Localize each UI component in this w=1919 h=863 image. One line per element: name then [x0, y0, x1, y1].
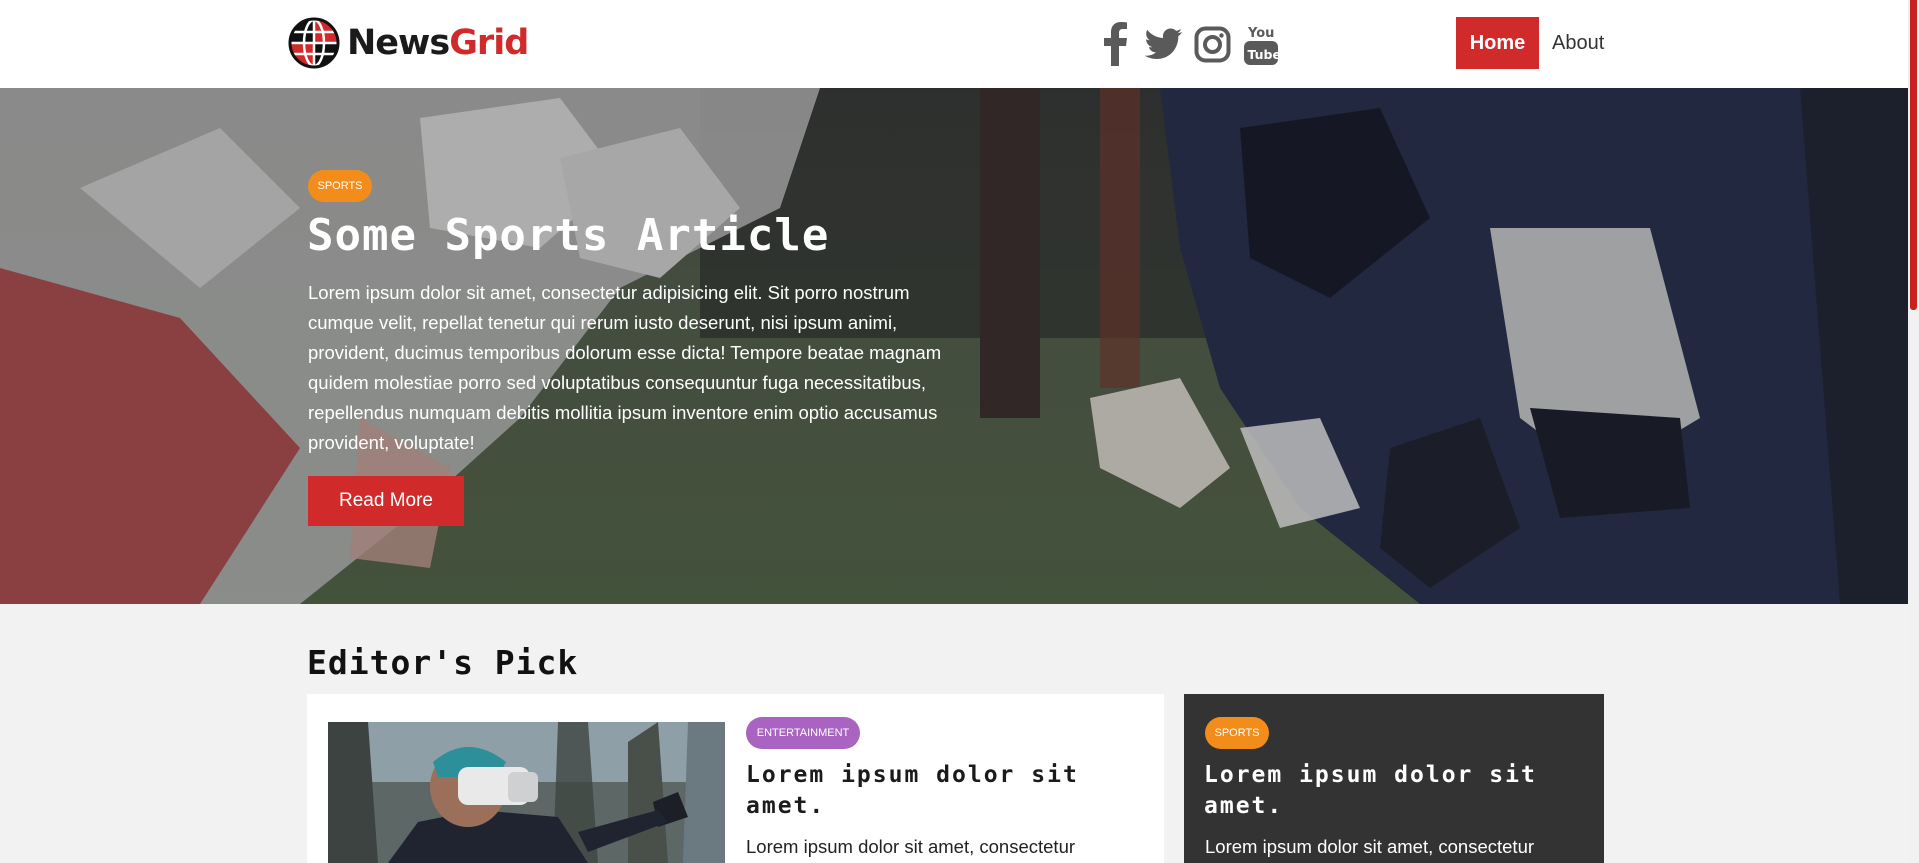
hero-banner	[0, 88, 1908, 604]
hero-overlay	[0, 88, 1908, 604]
instagram-icon[interactable]	[1194, 22, 1231, 66]
twitter-icon[interactable]	[1145, 22, 1183, 66]
side-article-card[interactable]: SPORTS Lorem ipsum dolor sit amet. Lorem…	[1184, 694, 1604, 863]
entertainment-category-badge[interactable]: ENTERTAINMENT	[746, 717, 860, 749]
featured-article-excerpt: Lorem ipsum dolor sit amet, consectetur	[746, 836, 1076, 857]
scrollbar-thumb[interactable]	[1910, 0, 1917, 310]
nav-home-link[interactable]: Home	[1456, 17, 1539, 69]
logo-text-grid: Grid	[449, 23, 529, 63]
hero-excerpt: Lorem ipsum dolor sit amet, consectetur …	[308, 282, 942, 453]
youtube-icon[interactable]: You Tube	[1243, 22, 1279, 66]
top-navbar: NewsGrid You Tube Home About	[0, 0, 1908, 88]
globe-logo-icon	[288, 17, 340, 69]
logo[interactable]: NewsGrid	[287, 16, 529, 70]
read-more-button[interactable]: Read More	[308, 476, 464, 526]
hero-title: Some Sports Article	[307, 210, 830, 261]
hero-category-badge[interactable]: SPORTS	[308, 170, 372, 202]
editors-pick-heading: Editor's Pick	[307, 643, 579, 682]
svg-text:You: You	[1247, 26, 1274, 41]
side-article-title[interactable]: Lorem ipsum dolor sit amet.	[1204, 760, 1584, 822]
nav-about-link[interactable]: About	[1552, 17, 1604, 69]
featured-article-title[interactable]: Lorem ipsum dolor sit amet.	[746, 760, 1126, 822]
featured-article-card[interactable]: ENTERTAINMENT Lorem ipsum dolor sit amet…	[307, 694, 1164, 863]
logo-text: NewsGrid	[347, 16, 529, 70]
logo-text-news: News	[347, 23, 450, 63]
page-scrollbar[interactable]	[1908, 0, 1919, 863]
svg-text:Tube: Tube	[1248, 47, 1280, 62]
vr-headset-article-image	[328, 722, 725, 863]
sports-category-badge[interactable]: SPORTS	[1205, 717, 1269, 749]
facebook-icon[interactable]	[1101, 22, 1129, 66]
side-article-excerpt: Lorem ipsum dolor sit amet, consectetur	[1205, 836, 1535, 857]
